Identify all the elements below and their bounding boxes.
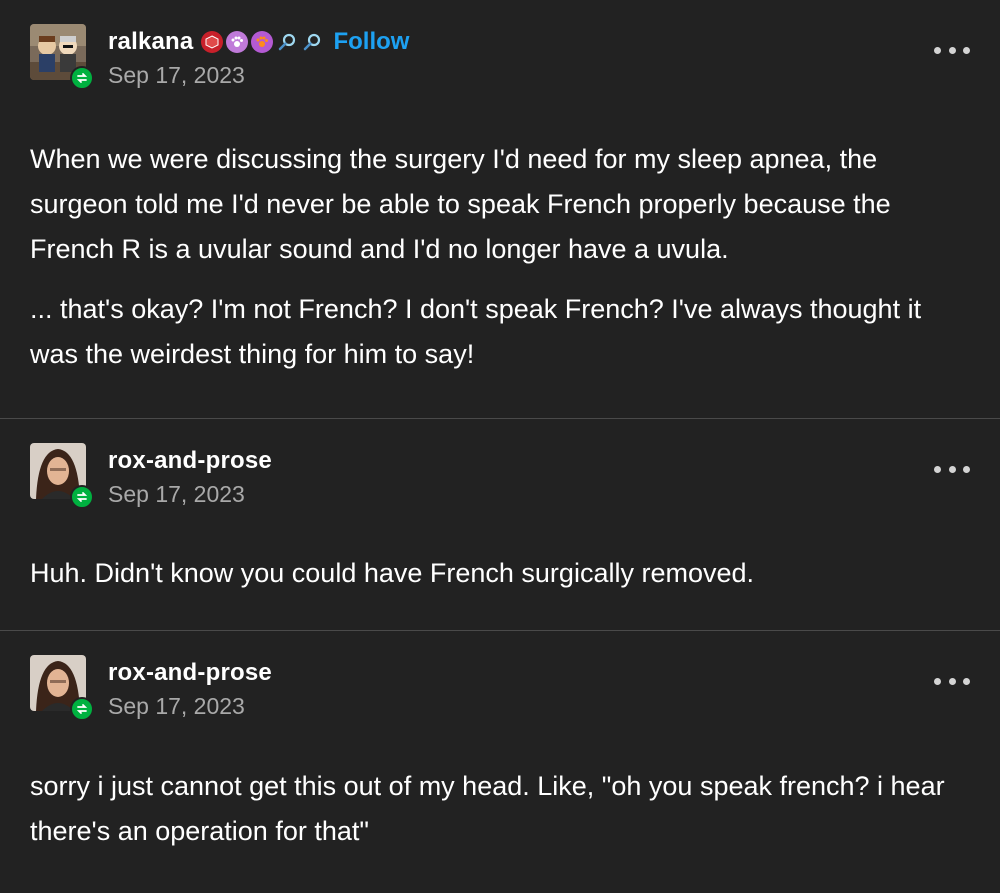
post-date[interactable]: Sep 17, 2023 [108,691,272,721]
post-header: rox-and-prose Sep 17, 2023 [0,419,1000,509]
post-meta: ralkana Follow Sep 17, 2023 [108,26,409,90]
paw-badge-icon[interactable] [226,31,249,53]
username-link[interactable]: rox-and-prose [108,447,272,475]
dot-icon [948,677,956,685]
post-paragraph: sorry i just cannot get this out of my h… [30,771,945,846]
post-paragraph: When we were discussing the surgery I'd … [30,144,891,264]
avatar[interactable] [30,655,94,721]
post-header: ralkana Follow Sep 17, 2023 [0,0,1000,90]
magnifier-icon[interactable] [301,31,323,53]
dot-icon [934,465,941,473]
dot-icon [963,677,970,685]
post-paragraph: Huh. Didn't know you could have French s… [30,558,755,588]
dot-icon [963,46,970,54]
post-date[interactable]: Sep 17, 2023 [108,479,272,509]
post-meta: rox-and-prose Sep 17, 2023 [108,445,272,509]
dot-icon [934,677,941,685]
magnifier-icon[interactable] [276,31,298,53]
dot-icon [934,46,941,54]
reblog-icon [70,485,94,509]
reblog-icon [70,697,94,721]
reblog-post-1: ralkana Follow Sep 17, 2023 When we were… [0,0,1000,418]
dice-badge-icon[interactable] [201,31,224,53]
post-paragraph: ... that's okay? I'm not French? I don't… [30,294,922,369]
post-date[interactable]: Sep 17, 2023 [108,60,409,90]
post-body: sorry i just cannot get this out of my h… [0,721,1000,884]
dot-icon [948,465,956,473]
avatar[interactable] [30,443,94,509]
dot-icon [963,465,970,473]
paw-orange-badge-icon[interactable] [251,31,274,53]
follow-button[interactable]: Follow [333,28,409,56]
post-body: When we were discussing the surgery I'd … [0,90,1000,408]
post-body: Huh. Didn't know you could have French s… [0,509,1000,626]
post-meta: rox-and-prose Sep 17, 2023 [108,657,272,721]
avatar[interactable] [30,24,94,90]
post-header: rox-and-prose Sep 17, 2023 [0,631,1000,721]
more-options-button[interactable] [934,457,970,481]
more-options-button[interactable] [934,38,970,62]
more-options-button[interactable] [934,669,970,693]
reblog-post-3: rox-and-prose Sep 17, 2023 sorry i just … [0,630,1000,893]
reblog-icon [70,66,94,90]
badges [201,31,323,53]
dot-icon [948,46,956,54]
username-link[interactable]: rox-and-prose [108,659,272,687]
reblog-post-2: rox-and-prose Sep 17, 2023 Huh. Didn't k… [0,418,1000,630]
username-link[interactable]: ralkana [108,28,193,56]
